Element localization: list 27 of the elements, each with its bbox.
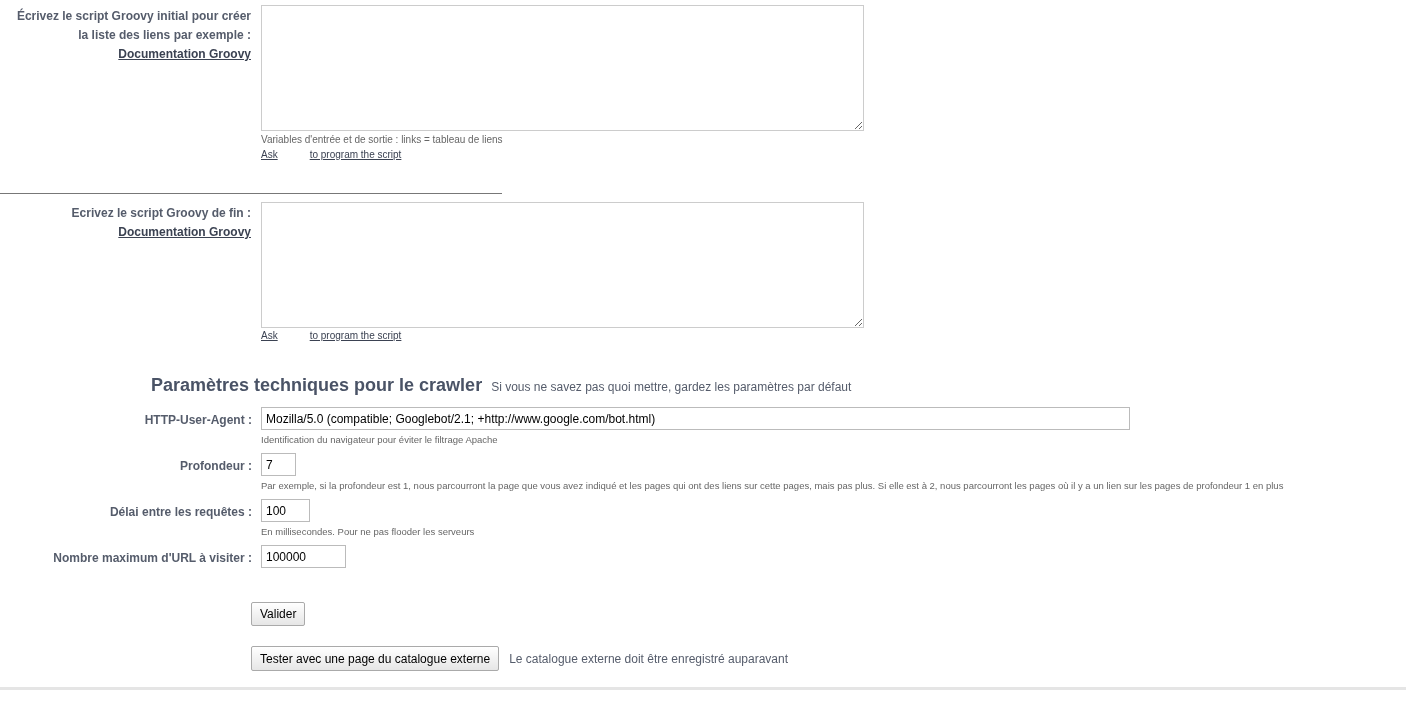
test-note: Le catalogue externe doit être enregistré auparavant xyxy=(509,650,789,668)
field-label: Ecrivez le script Groovy de fin : xyxy=(70,205,251,222)
field-label: Nombre maximum d'URL à visiter : xyxy=(52,550,252,567)
text-input[interactable]: 100 xyxy=(261,499,310,522)
ask-link[interactable]: Ask xyxy=(261,329,278,343)
script-textarea[interactable] xyxy=(261,202,864,328)
validate-button[interactable]: Valider xyxy=(251,602,306,626)
test-button[interactable]: Tester avec une page du catalogue externe xyxy=(251,646,500,671)
text-input[interactable]: Mozilla/5.0 (compatible; Googlebot/2.1; +http://www.google.com/bot.html) xyxy=(261,407,1130,430)
field-hint: Identification du navigateur pour éviter le filtrage Apache xyxy=(261,433,499,447)
field-label: Écrivez le script Groovy initial pour créer la liste des liens par exemple : xyxy=(15,7,251,44)
ask-link[interactable]: to program the script xyxy=(309,148,402,162)
field-hint: Variables d'entrée et de sortie : links = tableau de liens xyxy=(261,133,504,147)
ask-link[interactable]: Ask xyxy=(261,148,278,162)
field-hint: Par exemple, si la profondeur est 1, nous parcourront la page que vous avez indiqué et les pages qui ont des liens sur cette pages, mais pas plus. Si elle est à 2, nous parcourront les pages où il y a un lien sur les pages de profondeur 1 en plus xyxy=(261,479,1284,493)
section-subtitle: Si vous ne savez pas quoi mettre, gardez les paramètres par défaut xyxy=(491,379,852,396)
field-label: Profondeur : xyxy=(179,458,252,475)
ask-link[interactable]: to program the script xyxy=(309,329,402,343)
field-label: Délai entre les requêtes : xyxy=(108,504,252,521)
documentation-link[interactable]: Documentation Groovy xyxy=(118,47,251,61)
field-label: HTTP-User-Agent : xyxy=(143,412,252,429)
text-input[interactable]: 100000 xyxy=(261,545,346,568)
text-input[interactable]: 7 xyxy=(261,453,296,476)
documentation-link[interactable]: Documentation Groovy xyxy=(118,225,251,239)
field-hint: En millisecondes. Pour ne pas flooder les serveurs xyxy=(261,525,475,539)
section-title: Paramètres techniques pour le crawler xyxy=(151,374,483,397)
script-textarea[interactable] xyxy=(261,5,864,131)
